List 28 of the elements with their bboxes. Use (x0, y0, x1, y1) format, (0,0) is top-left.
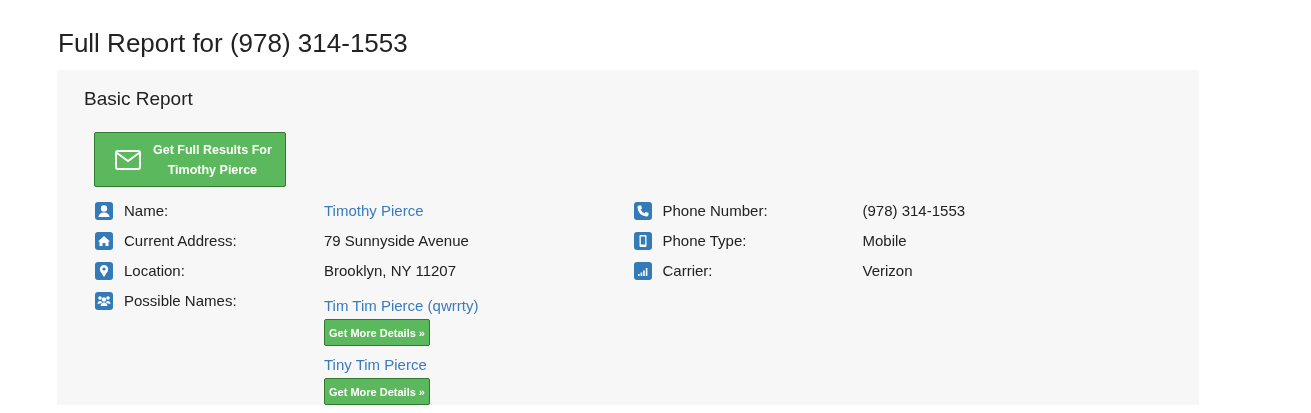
get-more-details-button[interactable]: Get More Details » (324, 378, 430, 405)
mobile-phone-icon (633, 232, 652, 250)
field-label: Name: (124, 201, 170, 221)
user-icon (95, 202, 113, 220)
group-icon (95, 292, 113, 310)
possible-name-link[interactable]: Tim Tim Pierce (qwrrty) (324, 296, 479, 316)
field-label: Possible Names: (124, 291, 238, 311)
field-label: Carrier: (662, 261, 714, 281)
field-label: Location: (124, 261, 186, 281)
field-label: Phone Number: (662, 201, 769, 221)
phone-icon (633, 202, 652, 220)
field-label: Phone Type: (662, 231, 748, 251)
field-value: Brooklyn, NY 11207 (324, 261, 457, 281)
home-icon (95, 232, 113, 250)
envelope-icon (115, 149, 141, 170)
field-value: (978) 314-1553 (862, 201, 966, 221)
field-value: Mobile (862, 231, 907, 251)
page-title: Full Report for (978) 314-1553 (58, 27, 409, 60)
name-link[interactable]: Timothy Pierce (324, 201, 424, 221)
get-more-details-button[interactable]: Get More Details » (324, 319, 430, 346)
field-label: Current Address: (124, 231, 238, 251)
possible-name-link[interactable]: Tiny Tim Pierce (324, 355, 427, 375)
signal-bars-icon (633, 262, 652, 280)
get-full-results-button[interactable]: Get Full Results For Timothy Pierce (94, 132, 286, 187)
section-title: Basic Report (84, 88, 194, 110)
field-value: Verizon (862, 261, 913, 281)
field-value: 79 Sunnyside Avenue (324, 231, 469, 251)
map-pin-icon (95, 262, 113, 280)
